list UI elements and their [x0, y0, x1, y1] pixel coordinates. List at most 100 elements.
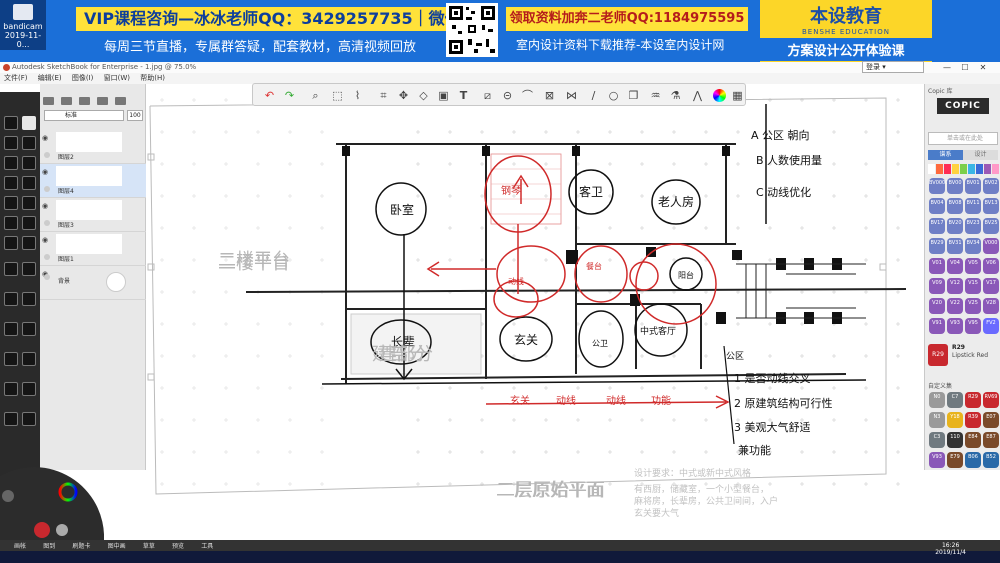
copic-swatch[interactable]: V17: [983, 278, 999, 294]
maximize-button[interactable]: ☐: [956, 63, 974, 72]
copic-swatch[interactable]: E87: [983, 432, 999, 448]
brush-chalk-icon[interactable]: [22, 216, 36, 230]
menu-image[interactable]: 图像(I): [72, 74, 94, 82]
brush-splatter-icon[interactable]: [4, 262, 18, 276]
brush-pencil-icon[interactable]: [4, 116, 18, 130]
layer-row-selected[interactable]: ◉ 图层4: [40, 164, 146, 198]
brush-marker-icon[interactable]: [4, 136, 18, 150]
brush-water-icon[interactable]: [4, 382, 18, 396]
layer-lock-dot[interactable]: [44, 152, 50, 158]
copic-swatch[interactable]: B06: [965, 452, 981, 468]
layer-row[interactable]: ◉ 图层1: [40, 232, 146, 266]
brush-blot-icon[interactable]: [4, 412, 18, 426]
brush-paint-icon[interactable]: [22, 176, 36, 190]
copic-swatch[interactable]: B52: [983, 452, 999, 468]
brush-wave2-icon[interactable]: [22, 292, 36, 306]
stroke-tool-icon[interactable]: ∕: [587, 89, 600, 102]
lasso-icon[interactable]: ⌇: [351, 89, 364, 102]
copic-hue-strip[interactable]: [928, 164, 1000, 174]
copic-swatch[interactable]: BV00: [947, 178, 963, 194]
eye-icon[interactable]: ◉: [42, 236, 48, 244]
ellipse-guide-icon[interactable]: ⊝: [501, 89, 514, 102]
brush-smudge-icon[interactable]: [22, 236, 36, 250]
hue-swatch[interactable]: [984, 164, 991, 174]
fill-icon[interactable]: ♒: [649, 89, 662, 102]
menu-edit[interactable]: 编辑(E): [38, 74, 62, 82]
copic-swatch[interactable]: Y18: [947, 412, 963, 428]
brush-airbrush-icon[interactable]: [4, 176, 18, 190]
brush-crayon-icon[interactable]: [4, 236, 18, 250]
layer-row[interactable]: ◉ 图层2: [40, 130, 146, 164]
copic-swatch[interactable]: V25: [965, 298, 981, 314]
shape-ellipse-icon[interactable]: ○: [607, 89, 620, 102]
brush-line-icon[interactable]: [4, 352, 18, 366]
brush-calligraphy-icon[interactable]: [4, 196, 18, 210]
text-tool-icon[interactable]: T: [457, 89, 470, 102]
background-color-swatch[interactable]: [106, 272, 126, 292]
copic-swatch[interactable]: BV13: [983, 198, 999, 214]
system-clock[interactable]: 16:26 2019/11/4: [935, 542, 966, 556]
transform-icon[interactable]: ✥: [397, 89, 410, 102]
copic-swatch[interactable]: V22: [947, 298, 963, 314]
copic-swatch[interactable]: BV08: [947, 198, 963, 214]
user-login-dropdown[interactable]: 登录 ▾: [862, 61, 924, 73]
brush-cone-icon[interactable]: [22, 352, 36, 366]
bandicam-badge[interactable]: bandicam 2019-11-0...: [0, 0, 46, 50]
copic-swatch[interactable]: BV04: [929, 198, 945, 214]
copic-swatch[interactable]: V28: [983, 298, 999, 314]
copic-swatch[interactable]: BV0000: [929, 178, 948, 194]
copic-swatch[interactable]: E07: [983, 412, 999, 428]
layer-lock-dot[interactable]: [44, 186, 50, 192]
copy-icon[interactable]: ❐: [627, 89, 640, 102]
brush-pen-icon[interactable]: [22, 116, 36, 130]
hue-swatch[interactable]: [952, 164, 959, 174]
grid-icon[interactable]: ▦: [731, 89, 744, 102]
copic-tool-icon[interactable]: ⚗: [669, 89, 682, 102]
symmetry-icon[interactable]: ⋈: [565, 89, 578, 102]
copic-swatch[interactable]: RV69: [983, 392, 999, 408]
menu-window[interactable]: 窗口(W): [104, 74, 130, 82]
copic-swatch[interactable]: BV29: [929, 238, 945, 254]
layer-lock-dot[interactable]: [44, 274, 50, 280]
copic-swatch[interactable]: V15: [965, 278, 981, 294]
copic-swatch[interactable]: BV17: [929, 218, 945, 234]
copic-swatch[interactable]: N3: [929, 412, 945, 428]
copic-swatch[interactable]: BV20: [947, 218, 963, 234]
layer-row[interactable]: ◉ 图层3: [40, 198, 146, 232]
layer-opacity-field[interactable]: 100: [127, 110, 143, 121]
hue-swatch[interactable]: [992, 164, 999, 174]
copic-search-field[interactable]: 单击或在此处: [928, 132, 998, 145]
copic-swatch[interactable]: BV02: [983, 178, 999, 194]
brush-wave-icon[interactable]: [4, 292, 18, 306]
eye-icon[interactable]: ◉: [42, 168, 48, 176]
brush-fineliner-icon[interactable]: [22, 196, 36, 210]
copic-swatch[interactable]: V93: [947, 318, 963, 334]
copic-tab-group[interactable]: 谱系: [928, 150, 963, 160]
copic-swatch[interactable]: BV31: [947, 238, 963, 254]
copic-swatch[interactable]: N0: [929, 392, 945, 408]
image-import-icon[interactable]: ▣: [437, 89, 450, 102]
copic-swatch[interactable]: FV2: [983, 318, 999, 334]
hue-swatch[interactable]: [976, 164, 983, 174]
crop-icon[interactable]: ⌗: [377, 89, 390, 102]
eye-icon[interactable]: ◉: [42, 134, 48, 142]
add-layer-icon[interactable]: [43, 97, 54, 105]
copic-swatch[interactable]: BV34: [965, 238, 981, 254]
select-icon[interactable]: ⬚: [331, 89, 344, 102]
copic-swatch[interactable]: V93: [929, 452, 945, 468]
copic-swatch[interactable]: BV25: [983, 218, 999, 234]
copic-swatch[interactable]: V91: [929, 318, 945, 334]
copic-swatch[interactable]: V06: [983, 258, 999, 274]
color-wheel-icon[interactable]: [713, 89, 726, 102]
copic-swatch[interactable]: V05: [965, 258, 981, 274]
copic-swatch[interactable]: E84: [965, 432, 981, 448]
copic-swatch[interactable]: R29: [965, 392, 981, 408]
copic-swatch[interactable]: C3: [929, 432, 945, 448]
brush-texture-icon[interactable]: [22, 262, 36, 276]
copic-swatch[interactable]: BV23: [965, 218, 981, 234]
copic-swatch[interactable]: V000: [983, 238, 999, 254]
copic-swatch[interactable]: V12: [947, 278, 963, 294]
zoom-icon[interactable]: ⌕: [309, 89, 322, 102]
brush-felt-icon[interactable]: [22, 156, 36, 170]
add-image-layer-icon[interactable]: [79, 97, 90, 105]
